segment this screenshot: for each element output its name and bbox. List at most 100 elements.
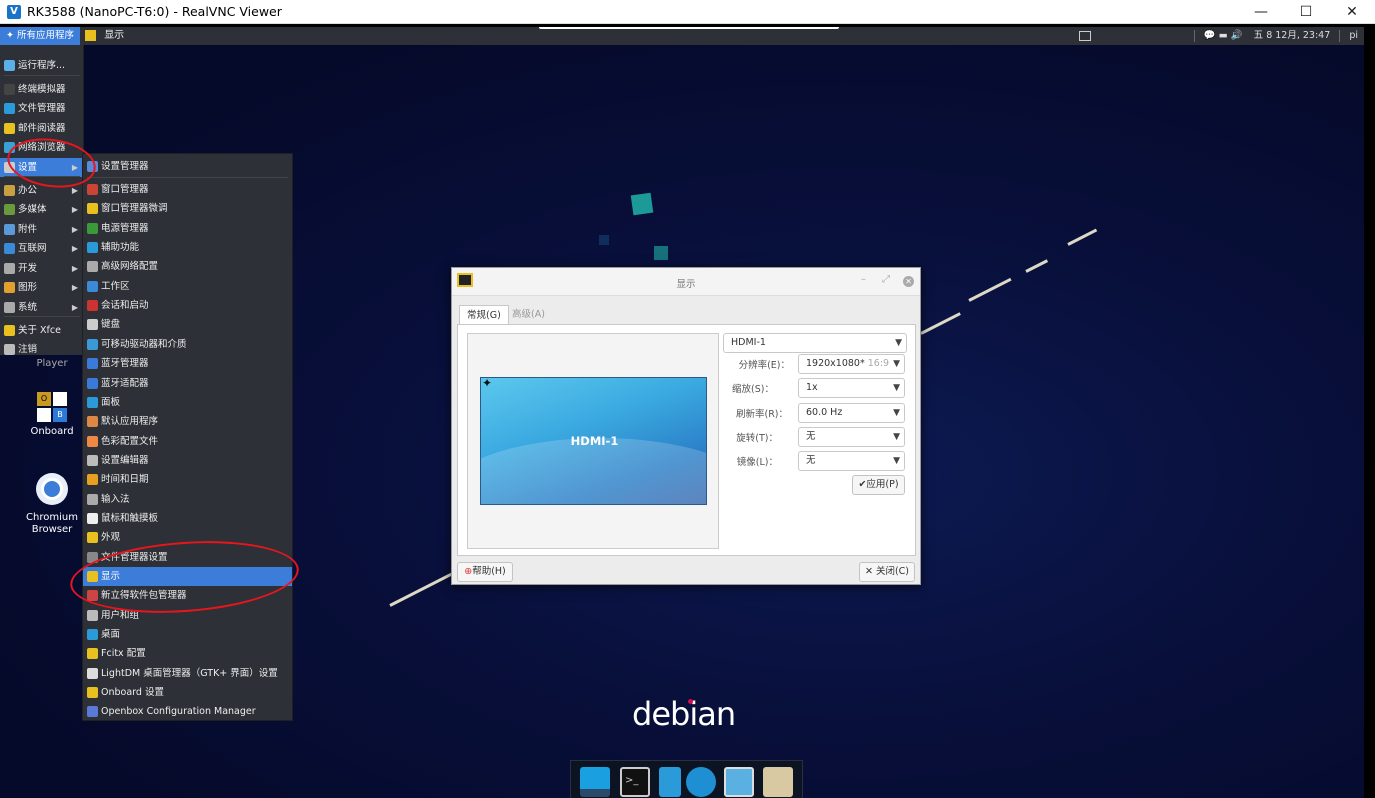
menu-item-system[interactable]: 系统 ▶ [0, 298, 84, 317]
app-finder-icon[interactable] [724, 767, 754, 797]
terminal-icon[interactable]: >_ [620, 767, 650, 797]
applications-menu-button[interactable]: ✦ 所有应用程序 [0, 27, 80, 45]
desktop-icon-onboard[interactable]: O B Onboard [17, 391, 87, 437]
vnc-toolbar-handle[interactable] [539, 27, 839, 29]
settings-item-1[interactable]: 设置管理器 [83, 157, 292, 176]
menu-item-about-xfce[interactable]: 关于 Xfce [0, 321, 84, 340]
settings-item-10[interactable]: 可移动驱动器和介质 [83, 335, 292, 354]
apply-label: 应用(P) [866, 479, 899, 490]
monitor-hdmi-1[interactable]: ✦ HDMI-1 [480, 377, 707, 505]
menu-item-label: 办公 [18, 185, 38, 196]
settings-item-3[interactable]: 窗口管理器微调 [83, 199, 292, 218]
menu-item-accessories[interactable]: 附件 ▶ [0, 220, 84, 239]
window-title: RK3588 (NanoPC-T6:0) - RealVNC Viewer [27, 4, 282, 19]
menu-item-label: 文件管理器 [18, 103, 66, 114]
workspace-switcher[interactable] [1079, 31, 1091, 41]
settings-item-14[interactable]: 默认应用程序 [83, 412, 292, 431]
show-desktop-icon[interactable] [580, 767, 610, 797]
menu-item-terminal[interactable]: 终端模拟器 [0, 80, 84, 99]
remote-screen[interactable]: debian Player O B Onboard Chromium Brows… [0, 27, 1364, 798]
maximize-button[interactable]: ☐ [1283, 0, 1329, 24]
chat-icon[interactable]: 💬 [1204, 30, 1216, 41]
settings-item-5[interactable]: 辅助功能 [83, 238, 292, 257]
settings-item-12[interactable]: 蓝牙适配器 [83, 374, 292, 393]
menu-item-development[interactable]: 开发 ▶ [0, 259, 84, 278]
settings-item-label: 桌面 [101, 629, 121, 641]
settings-item-4[interactable]: 电源管理器 [83, 219, 292, 238]
settings-item-icon [87, 242, 98, 254]
help-button[interactable]: ⊕帮助(H) [457, 562, 513, 582]
menu-separator [87, 177, 288, 178]
submenu-arrow-icon: ▶ [71, 244, 78, 253]
desktop-icon-chromium[interactable]: Chromium Browser [17, 473, 87, 536]
settings-item-6[interactable]: 高级网络配置 [83, 257, 292, 276]
settings-item-19[interactable]: 鼠标和触摸板 [83, 509, 292, 528]
settings-item-label: 默认应用程序 [101, 416, 159, 428]
settings-item-icon [87, 222, 98, 234]
remote-desktop[interactable]: debian Player O B Onboard Chromium Brows… [0, 24, 1375, 798]
menu-item-internet[interactable]: 互联网 ▶ [0, 239, 84, 258]
settings-item-label: 会话和启动 [101, 300, 149, 312]
web-browser-icon[interactable] [686, 767, 716, 797]
settings-item-icon [87, 706, 98, 718]
internet-icon [4, 243, 15, 254]
refresh-rate-select[interactable]: 60.0 Hz ▼ [798, 403, 905, 423]
menu-item-label: 终端模拟器 [18, 84, 66, 95]
file-manager-icon [4, 103, 15, 114]
dialog-titlebar[interactable]: 显示 – ⤢ ✕ [452, 268, 920, 296]
settings-item-icon [87, 512, 98, 524]
dialog-close-icon[interactable]: ✕ [903, 276, 914, 287]
taskbar-item-label: 显示 [104, 30, 125, 41]
output-select[interactable]: HDMI-1 ▼ [723, 333, 907, 353]
dialog-minimize-button[interactable]: – [861, 274, 866, 285]
folder-icon[interactable] [763, 767, 793, 797]
settings-item-28[interactable]: Onboard 设置 [83, 683, 292, 702]
chromium-icon [36, 473, 68, 505]
settings-item-15[interactable]: 色彩配置文件 [83, 432, 292, 451]
settings-item-17[interactable]: 时间和日期 [83, 470, 292, 489]
menu-item-label: 图形 [18, 282, 38, 293]
settings-item-27[interactable]: LightDM 桌面管理器（GTK+ 界面）设置 [83, 664, 292, 683]
settings-item-label: Onboard 设置 [101, 687, 164, 699]
clock[interactable]: 五 8 12月, 23:47 [1254, 30, 1331, 41]
office-icon [4, 185, 15, 196]
user-label[interactable]: pi [1349, 30, 1358, 41]
tab-general[interactable]: 常规(G) [459, 305, 509, 324]
settings-item-29[interactable]: Openbox Configuration Manager [83, 702, 292, 721]
settings-item-16[interactable]: 设置编辑器 [83, 451, 292, 470]
settings-item-25[interactable]: 桌面 [83, 625, 292, 644]
realvnc-logo-icon: V [7, 5, 21, 19]
dialog-maximize-button[interactable]: ⤢ [882, 274, 890, 285]
menu-item-graphics[interactable]: 图形 ▶ [0, 278, 84, 297]
development-icon [4, 263, 15, 274]
network-icon[interactable]: ▬ [1219, 30, 1228, 41]
minimize-button[interactable]: — [1238, 0, 1284, 24]
menu-item-multimedia[interactable]: 多媒体 ▶ [0, 200, 84, 219]
close-window-button[interactable]: ✕ [1329, 0, 1375, 24]
close-button[interactable]: ✕ 关闭(C) [859, 562, 915, 582]
settings-item-8[interactable]: 会话和启动 [83, 296, 292, 315]
settings-item-label: LightDM 桌面管理器（GTK+ 界面）设置 [101, 667, 278, 679]
menu-item-logout[interactable]: 注销 [0, 340, 84, 359]
settings-item-11[interactable]: 蓝牙管理器 [83, 354, 292, 373]
settings-item-18[interactable]: 输入法 [83, 490, 292, 509]
settings-item-2[interactable]: 窗口管理器 [83, 180, 292, 199]
rotation-select[interactable]: 无 ▼ [798, 427, 905, 447]
file-manager-icon[interactable] [659, 767, 681, 797]
apply-button[interactable]: ✔应用(P) [852, 475, 905, 495]
settings-item-26[interactable]: Fcitx 配置 [83, 644, 292, 663]
settings-item-label: 电源管理器 [101, 222, 149, 234]
settings-item-13[interactable]: 面板 [83, 393, 292, 412]
tab-advanced[interactable]: 高级(A) [505, 305, 552, 324]
volume-icon[interactable]: 🔊 [1231, 30, 1243, 41]
settings-item-9[interactable]: 键盘 [83, 315, 292, 334]
menu-item-file-manager[interactable]: 文件管理器 [0, 99, 84, 118]
settings-item-7[interactable]: 工作区 [83, 277, 292, 296]
menu-item-run-program[interactable]: 运行程序... [0, 56, 84, 75]
taskbar-item-display[interactable]: 显示 [85, 27, 124, 45]
resolution-select[interactable]: 1920x1080* 16:9 ▼ [798, 354, 905, 374]
menu-item-mail-reader[interactable]: 邮件阅读器 [0, 119, 84, 138]
desktop-icon-player[interactable]: Player [17, 358, 87, 369]
mirror-select[interactable]: 无 ▼ [798, 451, 905, 471]
scale-select[interactable]: 1x ▼ [798, 378, 905, 398]
